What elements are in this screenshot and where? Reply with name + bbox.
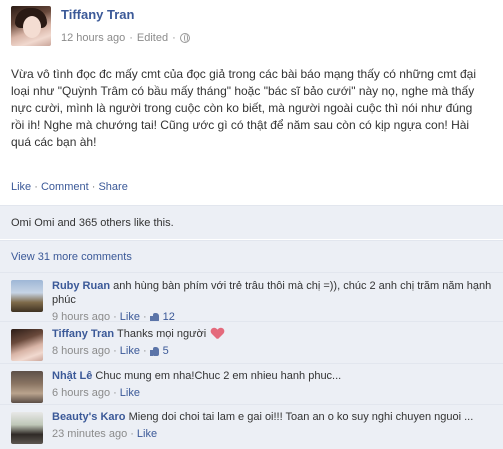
likes-text[interactable]: Omi Omi and 365 others like this. [11, 217, 174, 229]
comment-meta: 8 hours ago · Like · 5 [52, 344, 169, 358]
commenter-avatar[interactable] [11, 329, 43, 361]
comment-text: Mieng doi choi tai lam e gai oi!!! Toan … [128, 411, 474, 423]
post-actions: Like · Comment · Share [11, 181, 128, 193]
likes-summary: Omi Omi and 365 others like this. [0, 205, 503, 239]
facebook-post: Tiffany Tran 12 hours ago · Edited · Vừa… [0, 0, 503, 449]
share-button[interactable]: Share [98, 181, 127, 193]
post-text: Vừa vô tình đọc đc mấy cmt của đọc giả t… [11, 67, 476, 149]
comment-time[interactable]: 6 hours ago [52, 386, 110, 400]
like-button[interactable]: Like [11, 181, 31, 193]
heart-icon [211, 328, 224, 340]
comment-like-button[interactable]: Like [137, 427, 157, 441]
author-name[interactable]: Tiffany Tran [61, 7, 134, 22]
comment-item: Nhật Lê Chuc mung em nha!Chuc 2 em nhieu… [0, 363, 503, 404]
post-meta: 12 hours ago · Edited · [61, 32, 190, 44]
comment-text: Thanks mọi người [117, 328, 207, 340]
post-timestamp[interactable]: 12 hours ago [61, 32, 125, 44]
edited-link[interactable]: Edited [137, 32, 168, 44]
globe-icon[interactable] [179, 33, 190, 43]
commenter-avatar[interactable] [11, 280, 43, 312]
comment-meta: 23 minutes ago · Like [52, 427, 158, 441]
comment-button[interactable]: Comment [41, 181, 89, 193]
commenter-name[interactable]: Beauty's Karo [52, 411, 126, 423]
comment-item: Ruby Ruan anh hùng bàn phím với trẻ trâu… [0, 272, 503, 323]
view-more-comments: View 31 more comments [0, 240, 503, 272]
author-avatar[interactable] [11, 6, 51, 46]
commenter-avatar[interactable] [11, 412, 43, 444]
comment-text: Chuc mung em nha!Chuc 2 em nhieu hanh ph… [95, 370, 342, 382]
comment-text: anh hùng bàn phím với trẻ trâu thôi mà c… [52, 280, 492, 306]
comment-item: Tiffany Tran Thanks mọi người 8 hours ag… [0, 321, 503, 363]
commenter-name[interactable]: Tiffany Tran [52, 328, 114, 340]
commenter-name[interactable]: Nhật Lê [52, 370, 92, 382]
comment-item: Beauty's Karo Mieng doi choi tai lam e g… [0, 404, 503, 449]
comment-like-button[interactable]: Like [120, 344, 140, 358]
comment-like-button[interactable]: Like [120, 386, 140, 400]
comment-meta: 6 hours ago · Like [52, 386, 140, 400]
thumbs-up-icon [149, 346, 160, 356]
view-more-comments-link[interactable]: View 31 more comments [11, 251, 132, 263]
comment-like-count[interactable]: 5 [163, 344, 169, 358]
comment-time[interactable]: 8 hours ago [52, 344, 110, 358]
commenter-name[interactable]: Ruby Ruan [52, 280, 110, 292]
commenter-avatar[interactable] [11, 371, 43, 403]
comment-time[interactable]: 23 minutes ago [52, 427, 127, 441]
